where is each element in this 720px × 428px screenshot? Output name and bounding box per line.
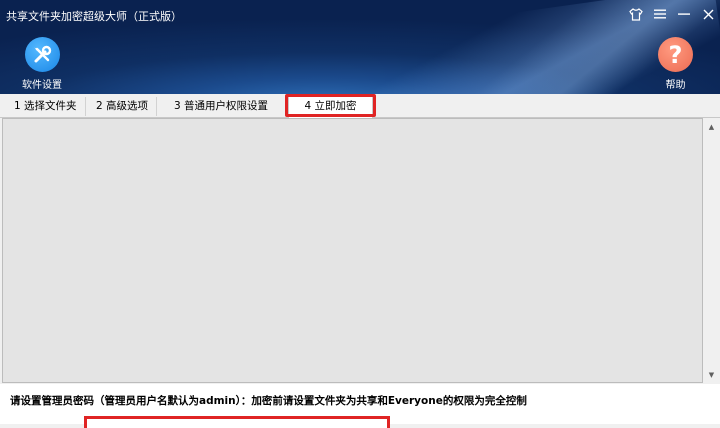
minimize-button[interactable] xyxy=(672,3,696,25)
header-banner: 共享文件夹加密超级大师（正式版） 软件设置 ? 帮助 xyxy=(0,0,720,94)
close-icon xyxy=(703,9,713,19)
menu-button[interactable] xyxy=(648,3,672,25)
help-tool-button[interactable]: ? 帮助 xyxy=(658,37,693,91)
settings-tool-button[interactable]: 软件设置 xyxy=(22,37,62,91)
vertical-scrollbar[interactable]: ▲ ▼ xyxy=(703,118,720,383)
settings-tool-label: 软件设置 xyxy=(22,80,62,91)
wrench-screwdriver-icon xyxy=(34,45,52,62)
tab-user-permissions[interactable]: 3 普通用户权限设置 xyxy=(166,97,276,116)
tab-encrypt-now[interactable]: 4 立即加密 xyxy=(288,94,373,118)
help-tool-label: 帮助 xyxy=(665,80,686,91)
minimize-icon xyxy=(678,13,690,15)
bottom-panel: 请设置管理员密码（管理员用户名默认为admin）：加密前请设置文件夹为共享和Ev… xyxy=(0,384,720,428)
tab-bar: 1 选择文件夹 2 高级选项 3 普通用户权限设置 4 立即加密 xyxy=(0,94,720,118)
close-button[interactable] xyxy=(696,3,720,25)
menu-icon xyxy=(654,9,666,19)
admin-password-notice: 请设置管理员密码（管理员用户名默认为admin）：加密前请设置文件夹为共享和Ev… xyxy=(10,395,527,407)
content-panel xyxy=(2,118,703,383)
tab-select-folder[interactable]: 1 选择文件夹 xyxy=(6,97,86,116)
help-icon: ? xyxy=(658,37,693,72)
scroll-down-icon[interactable]: ▼ xyxy=(703,366,720,383)
tab-advanced-options[interactable]: 2 高级选项 xyxy=(88,97,158,116)
window-controls xyxy=(624,3,720,25)
window-title: 共享文件夹加密超级大师（正式版） xyxy=(6,10,182,23)
skin-button[interactable] xyxy=(624,3,648,25)
scroll-up-icon[interactable]: ▲ xyxy=(703,118,720,135)
shirt-icon xyxy=(629,7,643,21)
admin-password-input[interactable] xyxy=(84,416,390,428)
settings-icon-circle xyxy=(24,37,60,72)
